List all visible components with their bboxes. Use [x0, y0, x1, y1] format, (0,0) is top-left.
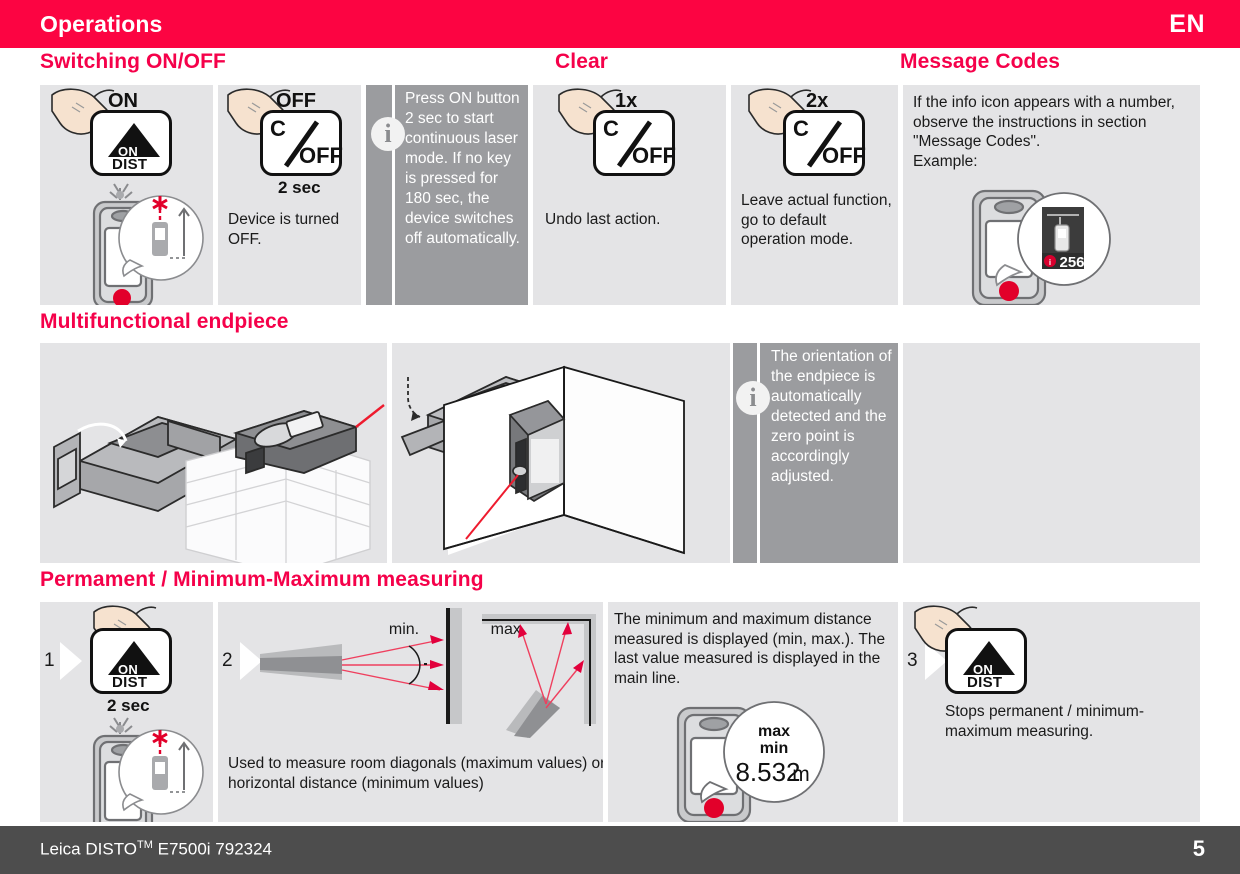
section-heading-minmax: Permament / Minimum-Maximum measuring	[40, 568, 484, 591]
info-icon: i	[736, 381, 770, 415]
footer-product: Leica DISTO	[40, 839, 138, 859]
cell-minmax-step2: 2 min. max. Used to measure room diagona…	[218, 602, 603, 822]
cell-message-codes: If the info icon appears with a number, …	[903, 85, 1200, 305]
display-value: 8.532	[735, 757, 800, 787]
page-title: Operations	[40, 11, 163, 37]
page-footer: Leica DISTOTM E7500i 792324 5	[0, 826, 1240, 874]
page-number: 5	[1192, 836, 1205, 861]
message-codes-text: If the info icon appears with a number, …	[913, 94, 1175, 170]
cell-info-continuous-laser: i Press ON button 2 sec to start continu…	[366, 85, 528, 305]
cell-info-endpiece: i The orientation of the endpiece is aut…	[733, 343, 898, 563]
cell-switch-off: OFF C OFF 2 sec Device is turned OFF.	[218, 85, 361, 305]
cell-minmax-step1: 1 ON DIST 2 sec	[40, 602, 213, 822]
info-icon: i	[371, 117, 405, 151]
footer-model: E7500i 792324	[152, 839, 273, 859]
key-duration-2sec: 2 sec	[107, 696, 150, 715]
key-on-dist[interactable]: ON DIST	[945, 628, 1027, 694]
caption-leave-function: Leave actual function, go to default ope…	[741, 192, 892, 248]
key-label-dist: DIST	[112, 156, 148, 173]
display-unit: m	[792, 763, 810, 786]
key-c-off[interactable]: C OFF	[783, 110, 866, 176]
manual-page: Operations EN Switching ON/OFF Clear Mes…	[0, 0, 1240, 874]
info-text: The orientation of the endpiece is autom…	[771, 348, 892, 485]
display-label-min: min	[760, 740, 788, 757]
chevron-right-icon	[60, 642, 82, 680]
step-index-1: 1	[44, 650, 55, 671]
language-badge: EN	[1169, 10, 1205, 38]
key-label-dist: DIST	[967, 674, 1003, 691]
caption-room-diagonals: Used to measure room diagonals (maximum …	[228, 755, 603, 792]
device-display-illustration: max min 8.532 m	[676, 701, 825, 822]
label-min: min.	[389, 621, 419, 638]
endpiece-flip-illustration	[53, 404, 385, 563]
section-heading-endpiece: Multifunctional endpiece	[40, 310, 289, 333]
key-label-off: OFF	[299, 143, 343, 168]
cell-endpiece-rotate	[392, 343, 730, 563]
cell-endpiece-flip	[40, 343, 387, 563]
caption-stops-measuring: Stops permanent / minimum-maximum measur…	[945, 703, 1144, 740]
section-heading-message-codes: Message Codes	[900, 50, 1061, 73]
display-code: 256	[1059, 254, 1084, 271]
display-label-max: max	[758, 723, 790, 740]
key-on-dist[interactable]: ON DIST	[90, 110, 172, 176]
svg-text:i: i	[1049, 258, 1051, 267]
page-header: Operations EN	[0, 0, 1240, 48]
cell-switch-on: ON ON DIST	[40, 85, 213, 305]
key-duration-2sec: 2 sec	[278, 178, 321, 197]
info-text: Press ON button 2 sec to start continuou…	[405, 90, 520, 247]
cell-minmax-description: The minimum and maximum distance measure…	[608, 602, 898, 822]
device-laser-illustration	[92, 717, 204, 822]
caption-device-off: Device is turned OFF.	[228, 211, 340, 248]
info-divider	[757, 343, 760, 563]
key-label-c: C	[603, 116, 619, 141]
key-on-dist[interactable]: ON DIST	[90, 628, 172, 694]
section-heading-switching: Switching ON/OFF	[40, 50, 226, 73]
device-message-illustration: i 256	[971, 189, 1111, 305]
cell-clear-1x: 1x C OFF Undo last action.	[533, 85, 726, 305]
step-index-2: 2	[222, 650, 233, 671]
key-label-off: OFF	[632, 143, 676, 168]
footer-trademark: TM	[137, 839, 153, 851]
caption-undo: Undo last action.	[545, 211, 661, 228]
minmax-description-text: The minimum and maximum distance measure…	[614, 611, 886, 687]
footer-product-label: Leica DISTOTM E7500i 792324	[40, 839, 272, 860]
cell-minmax-step3: 3 ON DIST Stops permanent / minimum-maxi…	[903, 602, 1200, 822]
key-label-off: OFF	[822, 143, 866, 168]
key-c-off[interactable]: C OFF	[260, 110, 343, 176]
cell-endpiece-blank	[903, 343, 1200, 563]
key-c-off[interactable]: C OFF	[593, 110, 676, 176]
device-laser-illustration	[92, 183, 204, 305]
key-label-dist: DIST	[112, 674, 148, 691]
cell-clear-2x: 2x C OFF Leave actual function, go to de…	[731, 85, 898, 305]
section-heading-clear: Clear	[555, 50, 609, 73]
key-label-c: C	[793, 116, 809, 141]
endpiece-corner-illustration	[400, 365, 685, 555]
key-label-c: C	[270, 116, 286, 141]
minmax-diagram: min. max.	[260, 608, 596, 738]
